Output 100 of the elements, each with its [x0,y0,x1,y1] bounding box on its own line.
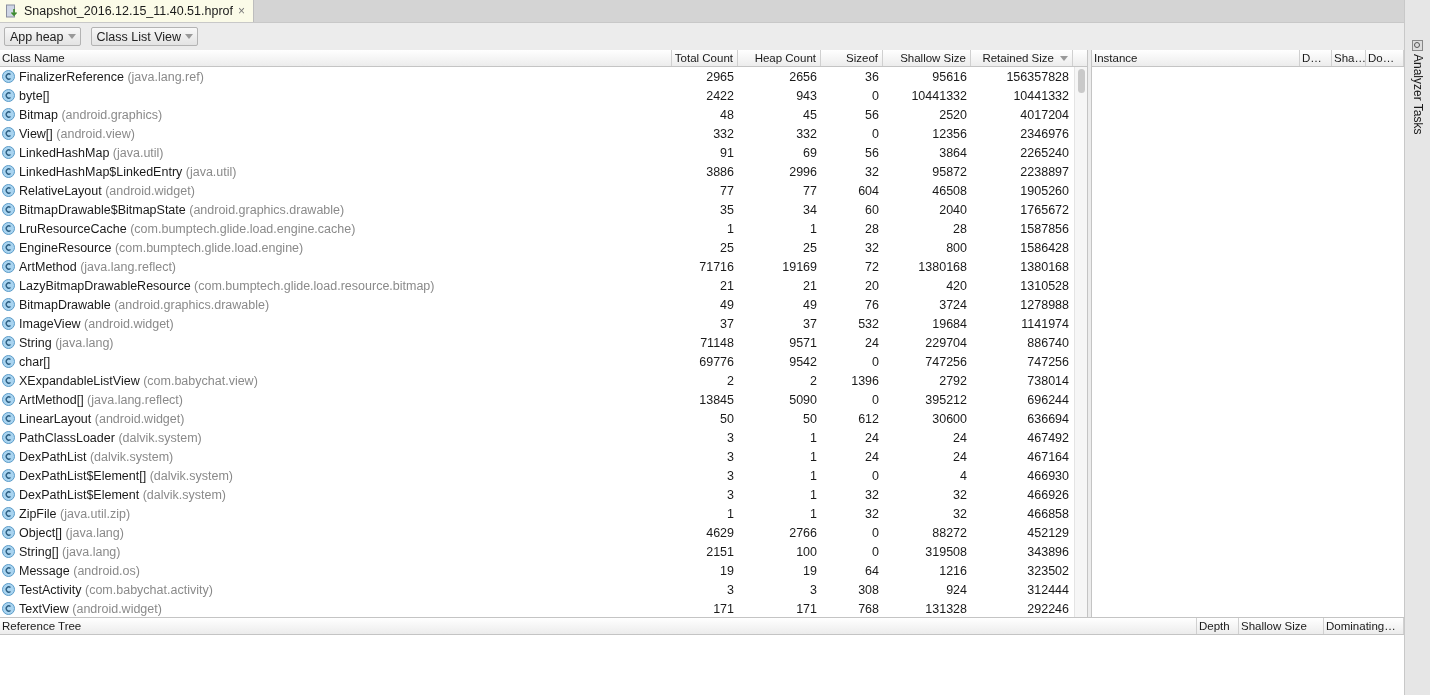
analyzer-icon[interactable] [1412,40,1423,51]
table-cell-text: 2151 [705,544,735,559]
column-header[interactable]: Sha… [1332,50,1366,66]
table-cell-text: 636694 [1026,411,1070,426]
class-icon [2,146,15,159]
table-cell-text: 45 [802,107,818,122]
class-name-cell: RelativeLayout (android.widget) [0,183,672,198]
class-name-cell: LinkedHashMap (java.util) [0,145,672,160]
table-cell-text: 37 [719,316,735,331]
class-name-cell: ImageView (android.widget) [0,316,672,331]
table-cell-text: 19169 [781,259,818,274]
table-cell-text: 0 [871,544,880,559]
file-tab[interactable]: Snapshot_2016.12.15_11.40.51.hprof × [0,0,254,22]
table-cell-text: 48 [719,107,735,122]
class-icon [2,336,15,349]
class-name-cell: LinkedHashMap$LinkedEntry (java.util) [0,164,672,179]
table-cell-text: 0 [871,392,880,407]
table-cell-text: 9571 [788,335,818,350]
table-cell-text: 30600 [931,411,968,426]
table-cell-text: 0 [871,126,880,141]
table-cell-text: 3724 [938,297,968,312]
table-cell-text: 77 [802,183,818,198]
column-header[interactable]: Depth [1197,618,1239,634]
table-cell-text: 1216 [938,563,968,578]
table-cell-text: 1 [809,468,818,483]
table-cell-text: 24 [864,430,880,445]
column-header[interactable]: Shallow Size [883,50,971,66]
table-cell-text: 886740 [1026,335,1070,350]
class-name-cell: ArtMethod[] (java.lang.reflect) [0,392,672,407]
table-cell-text: 1587856 [1019,221,1070,236]
class-name-cell: Message (android.os) [0,563,672,578]
class-icon [2,279,15,292]
table-cell-text: 32 [864,240,880,255]
table-cell-text: 36 [864,69,880,84]
column-header[interactable]: Shallow Size [1239,618,1324,634]
table-cell-text: 1 [809,506,818,521]
column-header[interactable]: Total Count [672,50,738,66]
table-cell-text: 2766 [788,525,818,540]
table-cell-text: 9542 [788,354,818,369]
class-icon [2,374,15,387]
column-header[interactable]: Retained Size [971,50,1073,66]
table-cell-text: 95616 [931,69,968,84]
table-cell-text: 24 [864,335,880,350]
caret-icon [67,34,76,39]
class-name-cell: FinalizerReference (java.lang.ref) [0,69,672,84]
class-icon [2,450,15,463]
table-cell-text: 32 [864,506,880,521]
class-icon [2,469,15,482]
table-cell-text: 420 [945,278,968,293]
table-cell-text: 77 [719,183,735,198]
table-cell-text: 5090 [788,392,818,407]
table-cell-text: 1 [726,506,735,521]
table-cell-text: 1141974 [1020,316,1070,331]
class-icon [2,583,15,596]
class-icon [2,317,15,330]
table-cell-text: 1 [809,430,818,445]
class-name-cell: ZipFile (java.util.zip) [0,506,672,521]
table-cell-text: 32 [952,506,968,521]
scrollbar-thumb[interactable] [1077,69,1085,93]
class-icon [2,70,15,83]
table-cell-text: 4 [959,468,968,483]
class-name-cell: String[] (java.lang) [0,544,672,559]
class-icon [2,298,15,311]
side-tool-tab[interactable]: Analyzer Tasks [1410,54,1425,135]
table-cell-text: 1765672 [1019,202,1070,217]
table-cell-text: 3 [809,582,818,597]
class-icon [2,260,15,273]
column-header[interactable]: D… [1300,50,1332,66]
table-cell-text: 2792 [938,373,968,388]
table-cell-text: 1905260 [1019,183,1070,198]
table-cell-text: 1 [809,487,818,502]
table-cell-text: 1586428 [1019,240,1070,255]
table-cell-text: 72 [864,259,880,274]
class-icon [2,431,15,444]
dropdown[interactable]: App heap [4,27,81,46]
table-cell-text: 467492 [1026,430,1070,445]
column-header[interactable]: Instance [1092,50,1300,66]
column-header[interactable]: Class Name [0,50,672,66]
table-cell-text: 0 [871,88,880,103]
table-cell-text: 24 [864,449,880,464]
class-icon [2,165,15,178]
class-icon [2,488,15,501]
dropdown[interactable]: Class List View [90,27,199,46]
column-header[interactable]: Reference Tree [0,618,1197,634]
class-name-cell: PathClassLoader (dalvik.system) [0,430,672,445]
table-cell-text: 20 [864,278,880,293]
table-cell-text: 1380168 [1019,259,1070,274]
table-cell-text: 0 [871,354,880,369]
column-header[interactable]: Sizeof [821,50,883,66]
column-header[interactable]: Heap Count [738,50,821,66]
table-cell-text: 2 [809,373,818,388]
table-cell-text: 2996 [788,164,818,179]
table-cell-text: 171 [795,601,818,616]
close-button[interactable]: × [238,4,245,18]
table-cell-text: 69776 [698,354,735,369]
table-cell-text: 25 [802,240,818,255]
table-cell-text: 71716 [698,259,735,274]
class-name-cell: char[] [0,354,672,369]
table-cell-text: 171 [712,601,735,616]
table-cell-text: 2656 [788,69,818,84]
